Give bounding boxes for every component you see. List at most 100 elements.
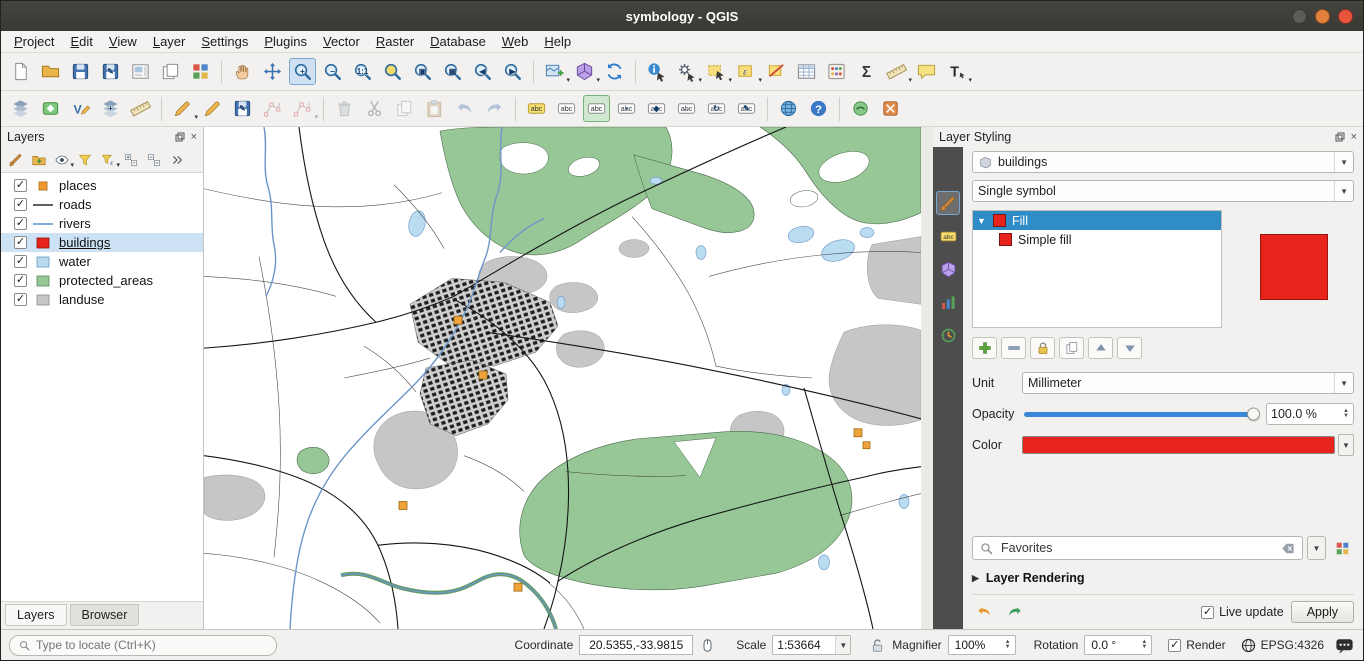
layer-diagram-options-button[interactable] — [553, 95, 580, 122]
rotation-input[interactable] — [1091, 638, 1139, 652]
style-manager-button[interactable] — [187, 58, 214, 85]
new-shapefile-layer-button[interactable] — [67, 95, 94, 122]
opacity-spinbox[interactable]: 100.0 % ▲▼ — [1266, 403, 1354, 425]
tab-browser[interactable]: Browser — [70, 604, 140, 626]
layer-rendering-section[interactable]: ▶ Layer Rendering — [972, 571, 1354, 585]
favorites-dropdown-button[interactable]: ▼ — [1307, 536, 1326, 560]
apply-button[interactable]: Apply — [1291, 601, 1354, 623]
crs-status-button[interactable]: EPSG:4326 — [1240, 637, 1324, 654]
layer-item-landuse[interactable]: ✓landuse — [1, 290, 203, 309]
zoom-to-layer-button[interactable]: ▦ — [439, 58, 466, 85]
spinner-arrows-icon[interactable]: ▲▼ — [1139, 640, 1149, 650]
layer-item-buildings[interactable]: ✓buildings — [1, 233, 203, 252]
menu-web[interactable]: Web — [495, 32, 536, 51]
magnifier-input[interactable] — [955, 638, 1003, 652]
new-3d-map-view-button[interactable]: ▾ — [571, 58, 598, 85]
symbol-tree-fill-row[interactable]: ▼ Fill — [973, 211, 1221, 230]
highlight-pinned-labels-button[interactable]: ◆ — [643, 95, 670, 122]
statistical-summary-button[interactable] — [853, 58, 880, 85]
undo-button[interactable] — [451, 95, 478, 122]
open-project-button[interactable] — [37, 58, 64, 85]
save-project-as-button[interactable]: ✎ — [97, 58, 124, 85]
show-layout-manager-button[interactable] — [157, 58, 184, 85]
layer-item-rivers[interactable]: ✓rivers — [1, 214, 203, 233]
text-annotation-button[interactable]: ▾ — [943, 58, 970, 85]
menu-database[interactable]: Database — [423, 32, 493, 51]
layer-visibility-checkbox[interactable]: ✓ — [14, 293, 27, 306]
menu-raster[interactable]: Raster — [369, 32, 421, 51]
change-label-button[interactable]: ✎ — [733, 95, 760, 122]
move-symbol-up-button[interactable] — [1088, 337, 1113, 359]
styling-tab-history[interactable] — [936, 323, 960, 347]
copy-features-button[interactable] — [391, 95, 418, 122]
clear-search-icon[interactable] — [1281, 541, 1296, 556]
symbol-layer-tree[interactable]: ▼ Fill Simple fill — [972, 210, 1222, 328]
plugin-button-2[interactable] — [877, 95, 904, 122]
identify-features-button[interactable] — [643, 58, 670, 85]
layer-item-protected-areas[interactable]: ✓protected_areas — [1, 271, 203, 290]
style-manager-shortcut-button[interactable] — [1330, 536, 1354, 560]
opacity-slider-handle[interactable] — [1247, 408, 1260, 421]
spinner-arrows-icon[interactable]: ▲▼ — [1343, 409, 1349, 419]
zoom-to-selection-button[interactable]: ▣ — [409, 58, 436, 85]
menu-settings[interactable]: Settings — [194, 32, 255, 51]
move-label-button[interactable]: ↔ — [673, 95, 700, 122]
select-by-expression-button[interactable]: ▾ — [733, 58, 760, 85]
zoom-last-button[interactable]: ◀ — [469, 58, 496, 85]
magnifier-spinbox[interactable]: ▲▼ — [948, 635, 1016, 655]
color-button[interactable] — [1022, 436, 1335, 454]
locate-input[interactable] — [36, 638, 268, 652]
menu-project[interactable]: Project — [7, 32, 61, 51]
run-feature-action-button[interactable]: ▾ — [673, 58, 700, 85]
open-attribute-table-button[interactable] — [793, 58, 820, 85]
layer-visibility-checkbox[interactable]: ✓ — [14, 217, 27, 230]
zoom-full-button[interactable] — [379, 58, 406, 85]
map-tips-button[interactable] — [913, 58, 940, 85]
opacity-slider[interactable] — [1024, 412, 1258, 417]
layer-item-places[interactable]: ✓places — [1, 176, 203, 195]
locate-search-box[interactable] — [9, 635, 277, 656]
paste-features-button[interactable] — [421, 95, 448, 122]
styling-tab-3d-view[interactable] — [936, 257, 960, 281]
render-checkbox[interactable]: ✓ Render — [1168, 638, 1225, 652]
duplicate-symbol-layer-button[interactable] — [1059, 337, 1084, 359]
zoom-in-button[interactable]: + — [289, 58, 316, 85]
cut-features-button[interactable] — [361, 95, 388, 122]
layer-visibility-checkbox[interactable]: ✓ — [14, 236, 27, 249]
unit-combo[interactable]: Millimeter ▼ — [1022, 372, 1354, 394]
lock-scale-icon[interactable] — [869, 637, 886, 654]
messages-icon[interactable] — [1334, 635, 1355, 656]
new-map-view-button[interactable]: ▾ — [541, 58, 568, 85]
zoom-next-button[interactable]: ▶ — [499, 58, 526, 85]
redo-button[interactable] — [481, 95, 508, 122]
layer-visibility-checkbox[interactable]: ✓ — [14, 198, 27, 211]
lock-symbol-color-button[interactable] — [1030, 337, 1055, 359]
menu-help[interactable]: Help — [537, 32, 578, 51]
pan-to-selection-button[interactable] — [259, 58, 286, 85]
add-symbol-layer-button[interactable] — [972, 337, 997, 359]
map-canvas[interactable] — [204, 127, 921, 629]
collapse-all-button[interactable] — [143, 149, 164, 170]
styling-tab-symbology[interactable] — [936, 191, 960, 215]
scale-combo[interactable]: ▼ — [772, 635, 851, 655]
layer-item-roads[interactable]: ✓roads — [1, 195, 203, 214]
measure-button[interactable]: ▾ — [883, 58, 910, 85]
open-field-calculator-button[interactable] — [823, 58, 850, 85]
layer-visibility-checkbox[interactable]: ✓ — [14, 274, 27, 287]
pan-map-button[interactable] — [229, 58, 256, 85]
panel-splitter[interactable] — [921, 127, 933, 629]
new-project-button[interactable] — [7, 58, 34, 85]
toggle-editing-button[interactable] — [199, 95, 226, 122]
zoom-out-button[interactable]: − — [319, 58, 346, 85]
new-geopackage-layer-button[interactable] — [37, 95, 64, 122]
new-print-layout-button[interactable] — [127, 58, 154, 85]
menu-view[interactable]: View — [102, 32, 144, 51]
tab-layers[interactable]: Layers — [5, 604, 67, 626]
layer-item-water[interactable]: ✓water — [1, 252, 203, 271]
styling-tab-diagrams[interactable] — [936, 290, 960, 314]
save-layer-edits-button[interactable]: ✎ — [229, 95, 256, 122]
highlight-labels-button[interactable] — [583, 95, 610, 122]
float-panel-icon[interactable] — [175, 132, 185, 142]
spinner-arrows-icon[interactable]: ▲▼ — [1003, 640, 1013, 650]
expander-icon[interactable]: ▼ — [977, 216, 987, 226]
